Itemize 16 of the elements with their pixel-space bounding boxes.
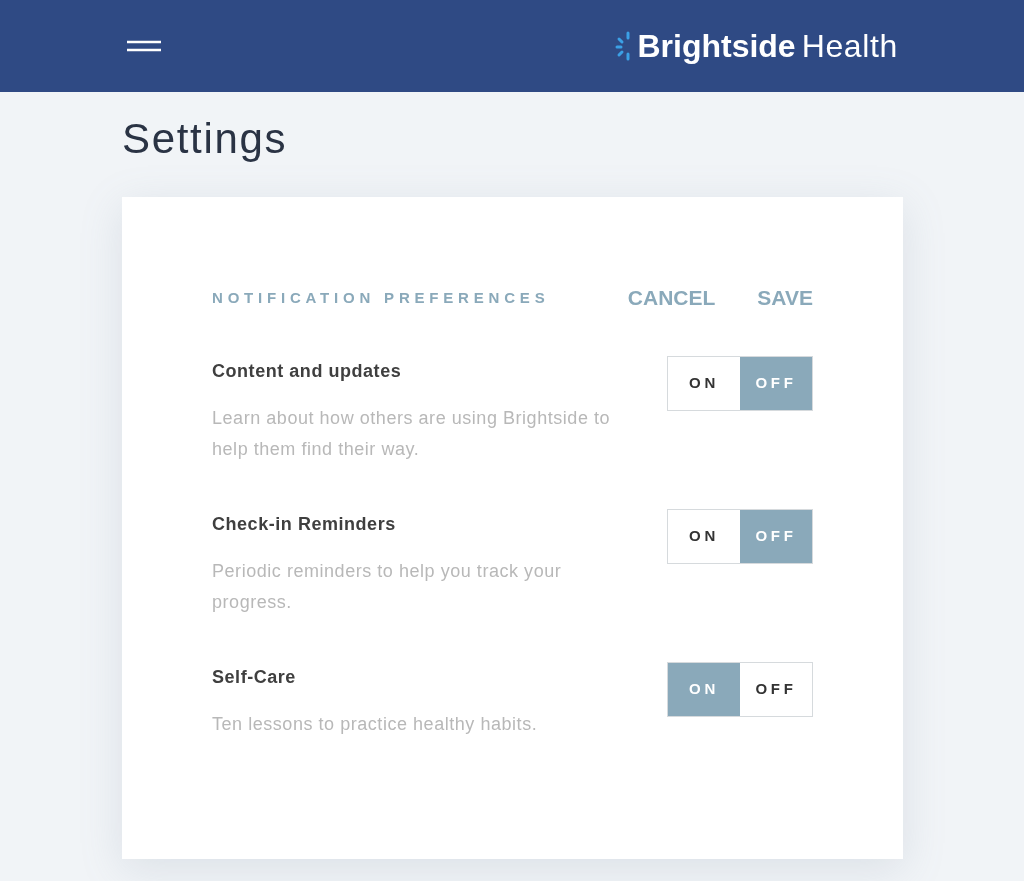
action-button[interactable]: SAVE <box>757 282 813 314</box>
logo-text: Health <box>801 27 898 66</box>
section-heading: NOTIFICATION PREFERENCES <box>212 287 550 308</box>
action-button[interactable]: CANCEL <box>627 282 716 314</box>
menu-icon <box>127 40 161 52</box>
page-title: Settings <box>122 114 288 164</box>
preference-title: Self-Care <box>212 666 297 689</box>
preference-description: Periodic reminders to help you track your progress. <box>212 560 563 614</box>
toggle-option[interactable]: OFF <box>740 357 812 410</box>
toggle-option[interactable]: OFF <box>740 510 812 563</box>
preference-description: Ten lessons to practice healthy habits. <box>212 713 539 736</box>
toggle-option[interactable]: ON <box>668 663 740 716</box>
logo-text-bold: Brightside <box>637 27 796 66</box>
preference-title: Content and updates <box>212 360 403 383</box>
preference-description: Learn about how others are using Brightside to help them find their way. <box>212 407 612 461</box>
preference-title: Check-in Reminders <box>212 513 397 536</box>
